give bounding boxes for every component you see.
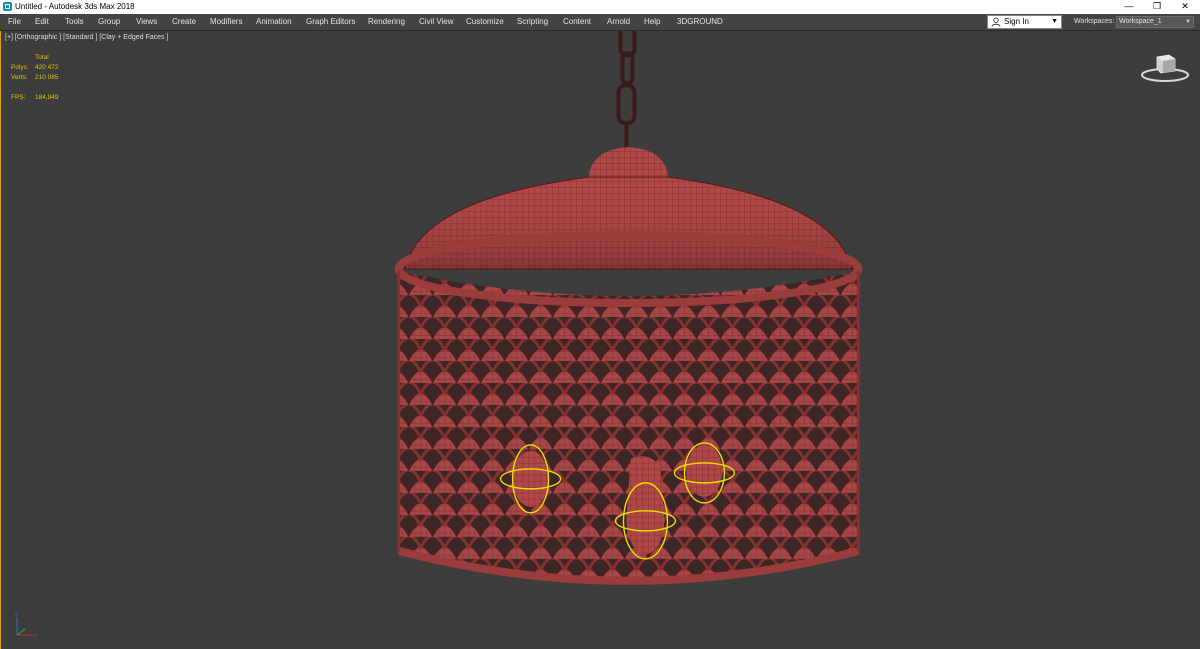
menu-help[interactable]: Help <box>644 14 660 30</box>
viewport-label[interactable]: [+] [Orthographic ] [Standard ] [Clay + … <box>5 34 168 41</box>
menu-modifiers[interactable]: Modifiers <box>210 14 242 30</box>
workspace-select[interactable]: Workspace_1 ▼ <box>1116 16 1194 28</box>
menu-file[interactable]: File <box>8 14 21 30</box>
menu-group[interactable]: Group <box>98 14 120 30</box>
menu-civil-view[interactable]: Civil View <box>419 14 454 30</box>
menu-animation[interactable]: Animation <box>256 14 292 30</box>
lamp-model[interactable] <box>1 31 1200 649</box>
svg-text:z: z <box>15 612 18 618</box>
user-icon <box>991 17 1001 27</box>
polys-row: Polys: 420 472 <box>11 63 91 73</box>
restore-button[interactable]: ❐ <box>1143 0 1171 14</box>
menu-bar: File Edit Tools Group Views Create Modif… <box>0 14 1200 31</box>
sign-in-label: Sign In <box>1004 17 1029 26</box>
chevron-down-icon: ▼ <box>1051 18 1058 25</box>
fps-row: FPS: 184,949 <box>11 93 91 103</box>
lamp-chain <box>616 31 637 150</box>
menu-graph-editors[interactable]: Graph Editors <box>306 14 355 30</box>
window-title: Untitled - Autodesk 3ds Max 2018 <box>15 2 135 11</box>
statistics-overlay: Total Polys: 420 472 Verts: 210 085 FPS:… <box>11 53 91 103</box>
fps-value: 184,949 <box>35 94 59 101</box>
lamp-dome <box>404 147 853 270</box>
sign-in-dropdown[interactable]: Sign In ▼ <box>987 15 1062 29</box>
menu-scripting[interactable]: Scripting <box>517 14 548 30</box>
menu-3dground[interactable]: 3DGROUND <box>677 14 723 30</box>
workspace-value: Workspace_1 <box>1119 18 1162 25</box>
menu-customize[interactable]: Customize <box>466 14 504 30</box>
polys-value: 420 472 <box>35 64 59 71</box>
close-button[interactable]: ✕ <box>1171 0 1199 14</box>
perspective-viewport[interactable]: [+] [Orthographic ] [Standard ] [Clay + … <box>0 31 1200 649</box>
stats-header: Total <box>35 54 49 61</box>
menu-views[interactable]: Views <box>136 14 157 30</box>
menu-edit[interactable]: Edit <box>35 14 49 30</box>
polys-label: Polys: <box>11 64 29 71</box>
verts-label: Verts: <box>11 74 28 81</box>
verts-value: 210 085 <box>35 74 59 81</box>
workspaces-label: Workspaces: <box>1074 18 1115 25</box>
verts-row: Verts: 210 085 <box>11 73 91 83</box>
menu-arnold[interactable]: Arnold <box>607 14 630 30</box>
viewcube-icon[interactable] <box>1139 51 1191 83</box>
menu-content[interactable]: Content <box>563 14 591 30</box>
app-icon[interactable] <box>3 2 12 11</box>
minimize-button[interactable]: — <box>1115 0 1143 14</box>
fps-label: FPS: <box>11 94 26 101</box>
menu-rendering[interactable]: Rendering <box>368 14 405 30</box>
chevron-down-icon: ▼ <box>1185 19 1191 25</box>
svg-text:x: x <box>34 633 37 639</box>
menu-tools[interactable]: Tools <box>65 14 84 30</box>
stats-header-row: Total <box>11 53 91 63</box>
axis-tripod-icon: x z <box>15 612 37 639</box>
menu-create[interactable]: Create <box>172 14 196 30</box>
title-bar: Untitled - Autodesk 3ds Max 2018 — ❐ ✕ <box>0 0 1200 14</box>
